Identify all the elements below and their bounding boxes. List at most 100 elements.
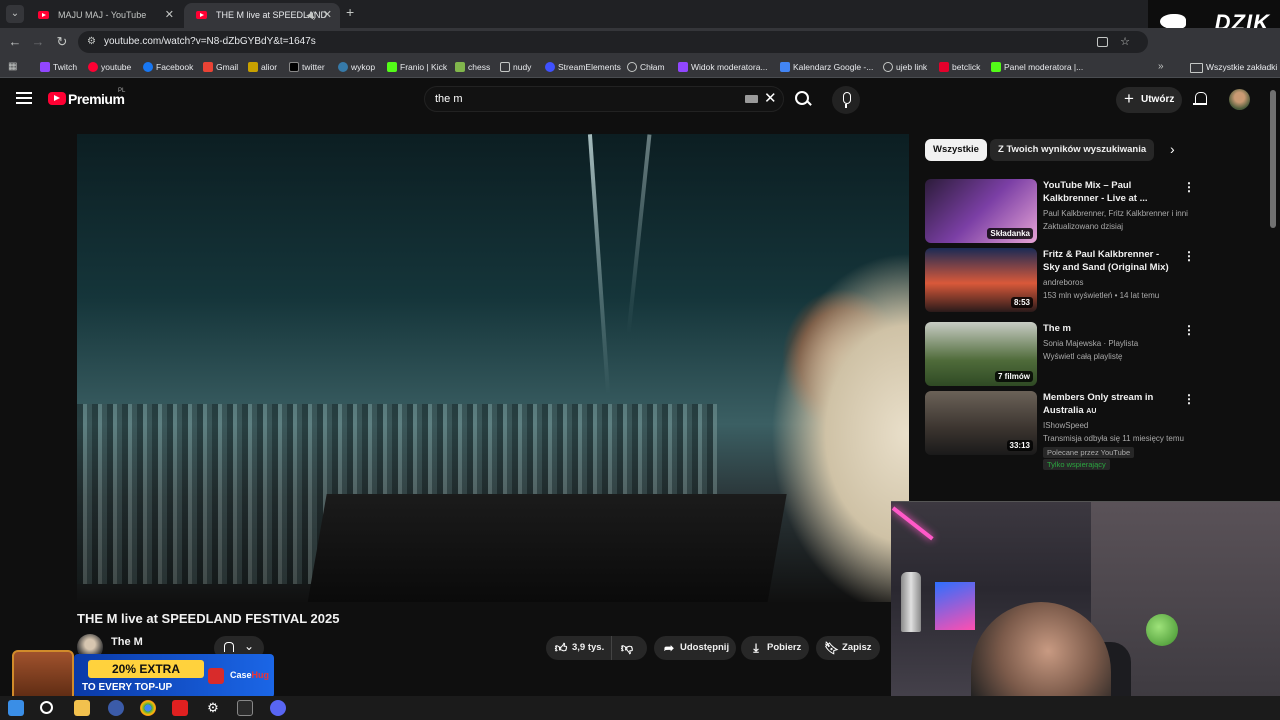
video-player[interactable]: [77, 134, 909, 602]
folder-icon: [500, 62, 510, 72]
bookmark-ujeb-link[interactable]: ujeb link: [883, 56, 927, 78]
browser-tab-active[interactable]: THE M live at SPEEDLAND ◀) ✕: [184, 3, 340, 28]
bookmark-nudy[interactable]: nudy: [500, 56, 531, 78]
site-info-icon[interactable]: ⚙: [87, 36, 98, 47]
recommendation-channel: Paul Kalkbrenner, Fritz Kalkbrenner i in…: [1043, 209, 1188, 218]
tab-title: MAJU MAJ - YouTube: [58, 10, 147, 20]
bookmark-gmail[interactable]: Gmail: [203, 56, 238, 78]
recommendation-meta: Zaktualizowano dzisiaj: [1043, 222, 1124, 231]
video-thumbnail[interactable]: 7 filmów: [925, 322, 1037, 386]
dj-deck-image: [307, 494, 787, 602]
share-button[interactable]: ➦ Udostępnij: [654, 636, 736, 660]
settings-gear-icon[interactable]: ⚙: [205, 700, 221, 716]
recommendation-title[interactable]: YouTube Mix – Paul Kalkbrenner - Live at…: [1043, 179, 1177, 205]
youtube-logo-icon[interactable]: [48, 92, 66, 105]
video-thumbnail[interactable]: Składanka: [925, 179, 1037, 243]
recommendation-item[interactable]: 7 filmów The m Sonia Majewska · Playlist…: [925, 322, 1195, 386]
promo-brand: CaseHug: [230, 670, 270, 680]
download-button[interactable]: ⤓ Pobierz: [741, 636, 809, 660]
stage-light-beam: [587, 134, 611, 394]
keyboard-icon[interactable]: [745, 95, 758, 103]
chip-all[interactable]: Wszystkie: [925, 139, 987, 161]
search-icon[interactable]: [40, 701, 53, 714]
app-icon[interactable]: [172, 700, 188, 716]
save-button[interactable]: 🔖︎ Zapisz: [816, 636, 880, 660]
epic-games-icon[interactable]: [237, 700, 253, 716]
more-options-icon[interactable]: ⋮: [1183, 393, 1195, 405]
apps-grid-icon[interactable]: ▦: [8, 61, 19, 72]
members-only-badge: Tylko wspierający: [1043, 459, 1110, 470]
search-input[interactable]: [435, 87, 735, 111]
search-box[interactable]: ✕: [424, 86, 784, 112]
speaker-icon[interactable]: ◀): [306, 3, 316, 28]
dislike-button[interactable]: 👎︎: [612, 636, 647, 660]
reload-icon[interactable]: ↻: [52, 32, 72, 52]
close-tab-icon[interactable]: ✕: [323, 3, 332, 28]
channel-name[interactable]: The M: [111, 636, 143, 648]
address-bar[interactable]: ⚙ youtube.com/watch?v=N8-dZbGYBdY&t=1647…: [78, 31, 1148, 53]
forward-arrow-icon[interactable]: →: [28, 32, 48, 52]
bookmark-youtube[interactable]: youtube: [88, 56, 131, 78]
bookmark-star-icon[interactable]: ☆: [1120, 31, 1130, 53]
monitor-image: [935, 582, 975, 630]
chevron-right-icon[interactable]: ›: [1170, 141, 1175, 157]
video-thumbnail[interactable]: 33:13: [925, 391, 1037, 455]
bookmark-twitch[interactable]: Twitch: [40, 56, 77, 78]
all-bookmarks[interactable]: Wszystkie zakładki: [1190, 56, 1277, 78]
tab-search-button[interactable]: ⌄: [6, 5, 24, 23]
youtube-favicon-icon: [196, 11, 207, 19]
account-avatar[interactable]: [1229, 89, 1250, 110]
recommendation-meta: Transmisja odbyła się 11 miesięcy temu: [1043, 434, 1184, 443]
streamelements-icon: [545, 62, 555, 72]
more-bookmarks-icon[interactable]: »: [1158, 56, 1164, 78]
bookmark-chess[interactable]: chess: [455, 56, 490, 78]
bookmark-twitter[interactable]: twitter: [289, 56, 325, 78]
close-tab-icon[interactable]: ✕: [165, 3, 174, 28]
chrome-icon[interactable]: [140, 700, 156, 716]
recommendation-item[interactable]: 33:13 Members Only stream in Australia A…: [925, 391, 1195, 470]
new-tab-button[interactable]: +: [346, 4, 354, 20]
notifications-bell-icon[interactable]: [1192, 91, 1208, 107]
recommendation-title[interactable]: The m: [1043, 322, 1177, 335]
bookmark-kick[interactable]: Franio | Kick: [387, 56, 447, 78]
more-options-icon[interactable]: ⋮: [1183, 324, 1195, 336]
promo-headline: 20% EXTRA: [88, 660, 204, 678]
clear-search-icon[interactable]: ✕: [764, 90, 777, 108]
like-button[interactable]: 👍︎ 3,9 tys.: [546, 636, 612, 660]
search-button[interactable]: [786, 86, 820, 112]
install-app-icon[interactable]: [1097, 37, 1108, 47]
duration-badge: 33:13: [1006, 440, 1033, 451]
create-button[interactable]: Utwórz: [1116, 86, 1182, 113]
start-icon[interactable]: [8, 700, 24, 716]
more-options-icon[interactable]: ⋮: [1183, 181, 1195, 193]
url-text[interactable]: youtube.com/watch?v=N8-dZbGYBdY&t=1647s: [104, 31, 316, 53]
stage-light-beam: [626, 134, 652, 334]
file-explorer-icon[interactable]: [74, 700, 90, 716]
browser-tab[interactable]: MAJU MAJ - YouTube ✕: [26, 3, 182, 28]
menu-icon[interactable]: [16, 92, 32, 104]
discord-icon[interactable]: [270, 700, 286, 716]
view-playlist-link[interactable]: Wyświetl całą playlistę: [1043, 352, 1193, 361]
bookmark-kalendarz[interactable]: Kalendarz Google -...: [780, 56, 873, 78]
video-thumbnail[interactable]: 8:53: [925, 248, 1037, 312]
page-scrollbar[interactable]: [1270, 90, 1276, 228]
more-options-icon[interactable]: ⋮: [1183, 250, 1195, 262]
betclick-icon: [939, 62, 949, 72]
recommendation-item[interactable]: 8:53 Fritz & Paul Kalkbrenner - Sky and …: [925, 248, 1195, 312]
recommendation-item[interactable]: Składanka YouTube Mix – Paul Kalkbrenner…: [925, 179, 1195, 243]
recommendation-title[interactable]: Members Only stream in Australia AU: [1043, 391, 1177, 418]
bookmark-chlam[interactable]: Chłam: [627, 56, 665, 78]
recommendation-title[interactable]: Fritz & Paul Kalkbrenner - Sky and Sand …: [1043, 248, 1177, 274]
chip-from-search[interactable]: Z Twoich wyników wyszukiwania: [990, 139, 1155, 161]
bookmark-alior[interactable]: alior: [248, 56, 277, 78]
back-arrow-icon[interactable]: ←: [5, 32, 25, 52]
bookmark-wykop[interactable]: wykop: [338, 56, 375, 78]
app-icon[interactable]: [108, 700, 124, 716]
bookmark-panel-moderatora[interactable]: Panel moderatora |...: [991, 56, 1083, 78]
bookmark-widok-moderatora[interactable]: Widok moderatora...: [678, 56, 768, 78]
voice-search-button[interactable]: [832, 86, 860, 114]
youtube-logo-text[interactable]: Premium: [68, 91, 125, 107]
bookmark-facebook[interactable]: Facebook: [143, 56, 193, 78]
bookmark-streamelements[interactable]: StreamElements: [545, 56, 621, 78]
bookmark-betclick[interactable]: betclick: [939, 56, 980, 78]
